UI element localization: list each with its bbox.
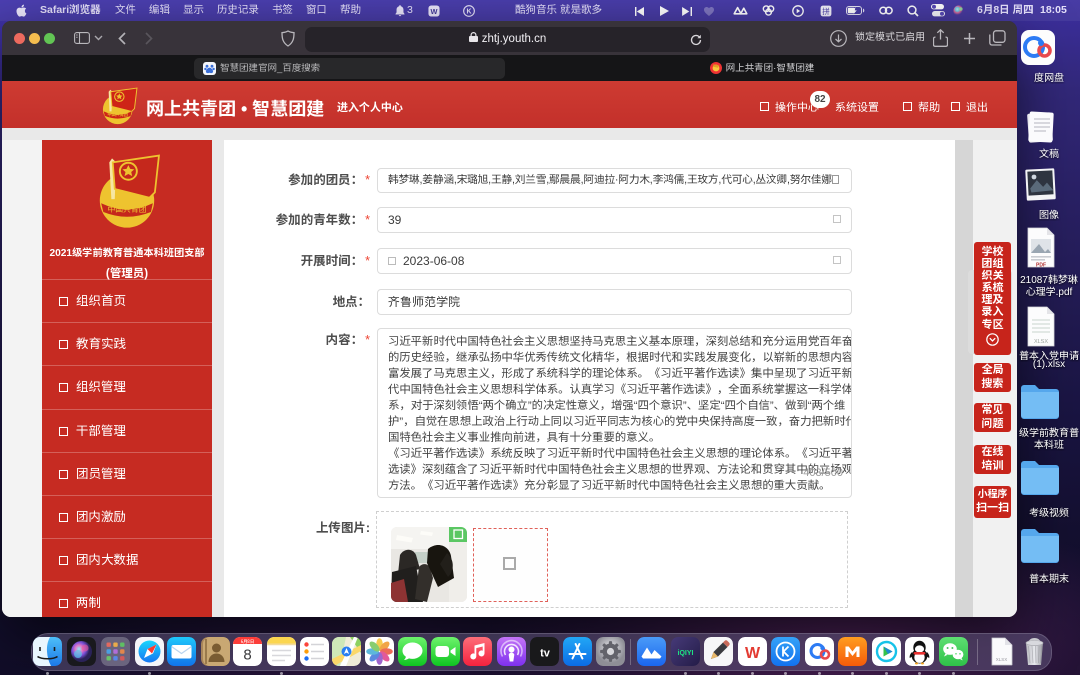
svg-text:XLSX: XLSX	[995, 657, 1007, 662]
svg-text:拼: 拼	[822, 6, 830, 17]
svg-text:K: K	[467, 8, 472, 15]
svg-text:XLSX: XLSX	[1034, 339, 1048, 345]
svg-text:中国共青团: 中国共青团	[107, 112, 127, 118]
svg-text:中国共青团: 中国共青团	[107, 204, 146, 215]
svg-text:W: W	[744, 645, 760, 662]
svg-text:iQIYI: iQIYI	[677, 650, 693, 657]
svg-text:6月8日: 6月8日	[241, 639, 254, 645]
svg-text:PDF: PDF	[1036, 263, 1046, 269]
svg-text:8: 8	[243, 647, 251, 664]
svg-text:W: W	[431, 6, 438, 15]
svg-text:tv: tv	[540, 648, 551, 660]
